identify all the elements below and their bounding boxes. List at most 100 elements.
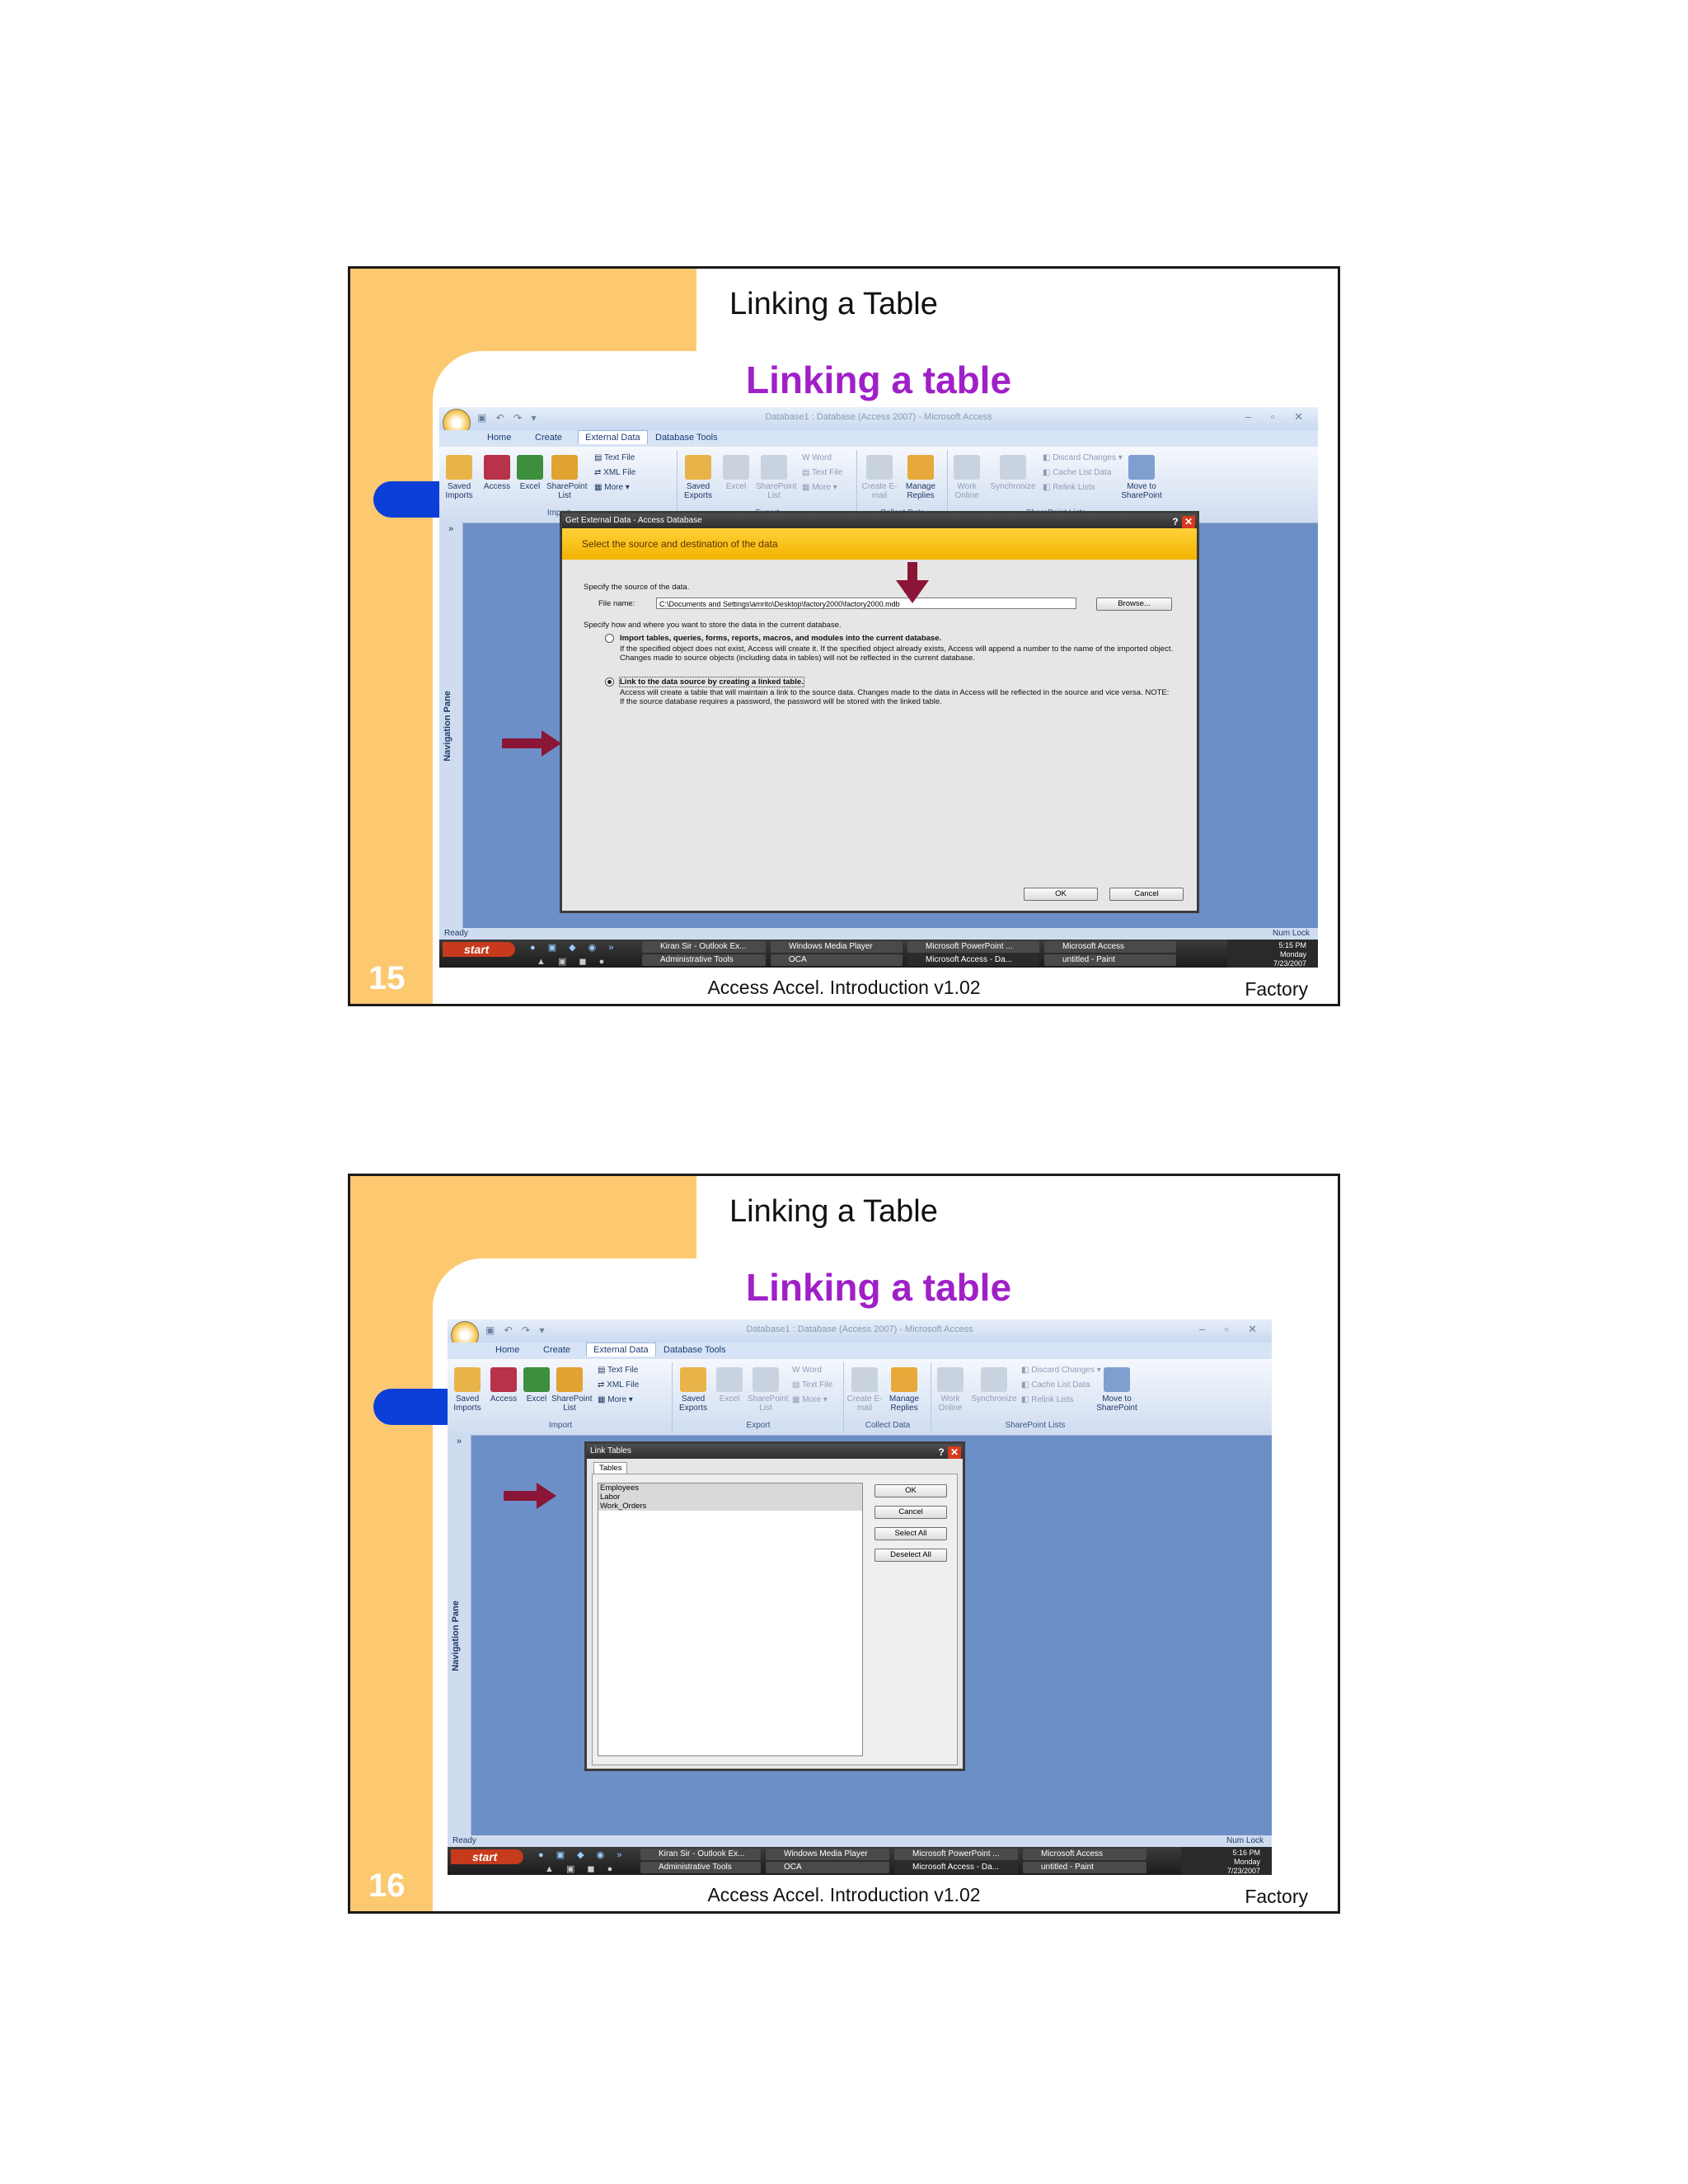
- task-outlook[interactable]: Kiran Sir - Outlook Ex...: [640, 1849, 761, 1860]
- export-more-button[interactable]: ▦ More ▾: [802, 483, 837, 492]
- start-button[interactable]: start: [451, 1849, 523, 1864]
- help-icon[interactable]: ?: [1169, 514, 1182, 529]
- import-access-button[interactable]: Access: [479, 455, 515, 491]
- import-sharepoint-button[interactable]: SharePoint List: [546, 455, 587, 500]
- task-access-database[interactable]: Microsoft Access - Da...: [894, 1862, 1018, 1873]
- close-icon[interactable]: ✕: [1182, 516, 1195, 528]
- ok-button[interactable]: OK: [874, 1484, 947, 1497]
- import-excel-button[interactable]: Excel: [518, 1367, 555, 1404]
- manage-replies-button[interactable]: Manage Replies: [886, 1367, 922, 1413]
- saved-imports-button[interactable]: Saved Imports: [441, 455, 477, 500]
- import-sharepoint-button[interactable]: SharePoint List: [551, 1367, 592, 1413]
- discard-changes-button[interactable]: ◧ Discard Changes ▾: [1021, 1366, 1101, 1375]
- task-access[interactable]: Microsoft Access: [1023, 1849, 1146, 1860]
- discard-changes-button[interactable]: ◧ Discard Changes ▾: [1043, 453, 1123, 462]
- work-online-button[interactable]: Work Online: [949, 455, 985, 500]
- move-to-sharepoint-button[interactable]: Move to SharePoint: [1118, 455, 1165, 500]
- task-access[interactable]: Microsoft Access: [1044, 941, 1176, 953]
- task-powerpoint[interactable]: Microsoft PowerPoint ...: [894, 1849, 1018, 1860]
- saved-exports-button[interactable]: Saved Exports: [680, 455, 716, 500]
- list-item-work-orders[interactable]: Work_Orders: [598, 1502, 862, 1511]
- create-email-button[interactable]: Create E-mail: [861, 455, 898, 500]
- import-text-file-button[interactable]: ▤ Text File: [594, 453, 635, 462]
- slide-15: Linking a Table Linking a table ▣ ↶ ↷ ▾ …: [348, 266, 1340, 1006]
- list-item-labor[interactable]: Labor: [598, 1493, 862, 1502]
- task-media-player[interactable]: Windows Media Player: [766, 1849, 889, 1860]
- start-button[interactable]: start: [443, 942, 515, 957]
- synchronize-button[interactable]: Synchronize: [970, 1367, 1018, 1404]
- task-admin-tools[interactable]: Administrative Tools: [642, 954, 766, 966]
- import-more-button[interactable]: ▦ More ▾: [598, 1395, 633, 1404]
- quick-launch-icons-row2[interactable]: ▲ ▣ ◼ ●: [545, 1863, 617, 1874]
- import-radio[interactable]: [605, 634, 614, 643]
- synchronize-button[interactable]: Synchronize: [988, 455, 1038, 491]
- list-item-employees[interactable]: Employees: [598, 1483, 862, 1493]
- file-name-label: File name:: [598, 599, 635, 608]
- tab-external-data[interactable]: External Data: [586, 1343, 656, 1357]
- create-email-button[interactable]: Create E-mail: [846, 1367, 883, 1413]
- move-to-sharepoint-button[interactable]: Move to SharePoint: [1094, 1367, 1140, 1413]
- tab-external-data[interactable]: External Data: [578, 430, 648, 444]
- window-controls[interactable]: – ▫ ✕: [1199, 1323, 1265, 1336]
- browse-button[interactable]: Browse...: [1096, 598, 1172, 611]
- export-more-button[interactable]: ▦ More ▾: [792, 1395, 828, 1404]
- import-xml-file-button[interactable]: ⇄ XML File: [598, 1380, 639, 1390]
- quick-launch-icons[interactable]: ● ▣ ◆ ◉ »: [530, 942, 618, 953]
- export-excel-button[interactable]: Excel: [718, 455, 754, 491]
- export-word-button[interactable]: W Word: [792, 1366, 822, 1375]
- tab-tables[interactable]: Tables: [593, 1462, 628, 1474]
- task-media-player[interactable]: Windows Media Player: [771, 941, 903, 953]
- relink-lists-button[interactable]: ◧ Relink Lists: [1021, 1395, 1073, 1404]
- import-access-button[interactable]: Access: [485, 1367, 522, 1404]
- work-online-button[interactable]: Work Online: [932, 1367, 968, 1413]
- cancel-button[interactable]: Cancel: [874, 1506, 947, 1519]
- cache-list-data-button[interactable]: ◧ Cache List Data: [1021, 1380, 1090, 1390]
- export-word-button[interactable]: W Word: [802, 453, 832, 462]
- tab-database-tools[interactable]: Database Tools: [663, 1345, 726, 1355]
- import-text-file-button[interactable]: ▤ Text File: [598, 1366, 638, 1375]
- relink-lists-button[interactable]: ◧ Relink Lists: [1043, 483, 1095, 492]
- task-outlook[interactable]: Kiran Sir - Outlook Ex...: [642, 941, 766, 953]
- navigation-pane[interactable]: » Navigation Pane: [439, 523, 463, 930]
- ok-button[interactable]: OK: [1024, 888, 1098, 901]
- task-oca[interactable]: OCA: [766, 1862, 889, 1873]
- import-excel-button[interactable]: Excel: [512, 455, 548, 491]
- deselect-all-button[interactable]: Deselect All: [874, 1549, 947, 1562]
- export-excel-button[interactable]: Excel: [711, 1367, 748, 1404]
- task-admin-tools[interactable]: Administrative Tools: [640, 1862, 761, 1873]
- navigation-pane[interactable]: » Navigation Pane: [448, 1435, 471, 1837]
- cache-list-data-button[interactable]: ◧ Cache List Data: [1043, 468, 1111, 477]
- window-controls[interactable]: – ▫ ✕: [1245, 410, 1311, 424]
- title-bar: ▣ ↶ ↷ ▾ Database1 : Database (Access 200…: [448, 1319, 1272, 1349]
- quick-launch-icons[interactable]: ● ▣ ◆ ◉ »: [538, 1849, 626, 1860]
- manage-replies-button[interactable]: Manage Replies: [903, 455, 939, 500]
- select-all-button[interactable]: Select All: [874, 1527, 947, 1540]
- task-paint[interactable]: untitled - Paint: [1044, 954, 1176, 966]
- cancel-button[interactable]: Cancel: [1109, 888, 1184, 901]
- tab-create[interactable]: Create: [535, 433, 562, 443]
- file-name-input[interactable]: C:\Documents and Settings\amrito\Desktop…: [656, 598, 1076, 609]
- tab-home[interactable]: Home: [487, 433, 511, 443]
- close-icon[interactable]: ✕: [948, 1446, 961, 1459]
- expand-chevron-icon[interactable]: »: [448, 1436, 471, 1446]
- task-paint[interactable]: untitled - Paint: [1023, 1862, 1146, 1873]
- expand-chevron-icon[interactable]: »: [439, 524, 462, 534]
- tab-database-tools[interactable]: Database Tools: [655, 433, 718, 443]
- tables-list[interactable]: Employees Labor Work_Orders: [598, 1483, 863, 1756]
- help-icon[interactable]: ?: [935, 1445, 948, 1460]
- export-sharepoint-button[interactable]: SharePoint List: [756, 455, 796, 500]
- saved-imports-button[interactable]: Saved Imports: [449, 1367, 485, 1413]
- quick-launch-icons-row2[interactable]: ▲ ▣ ◼ ●: [537, 956, 609, 967]
- import-more-button[interactable]: ▦ More ▾: [594, 483, 630, 492]
- saved-exports-button[interactable]: Saved Exports: [675, 1367, 711, 1413]
- task-oca[interactable]: OCA: [771, 954, 903, 966]
- export-text-file-button[interactable]: ▤ Text File: [802, 468, 842, 477]
- export-sharepoint-button[interactable]: SharePoint List: [748, 1367, 788, 1413]
- link-radio[interactable]: [605, 677, 614, 687]
- export-text-file-button[interactable]: ▤ Text File: [792, 1380, 832, 1390]
- tab-home[interactable]: Home: [495, 1345, 519, 1355]
- task-powerpoint[interactable]: Microsoft PowerPoint ...: [907, 941, 1039, 953]
- task-access-database[interactable]: Microsoft Access - Da...: [907, 954, 1039, 966]
- import-xml-file-button[interactable]: ⇄ XML File: [594, 468, 635, 477]
- tab-create[interactable]: Create: [543, 1345, 570, 1355]
